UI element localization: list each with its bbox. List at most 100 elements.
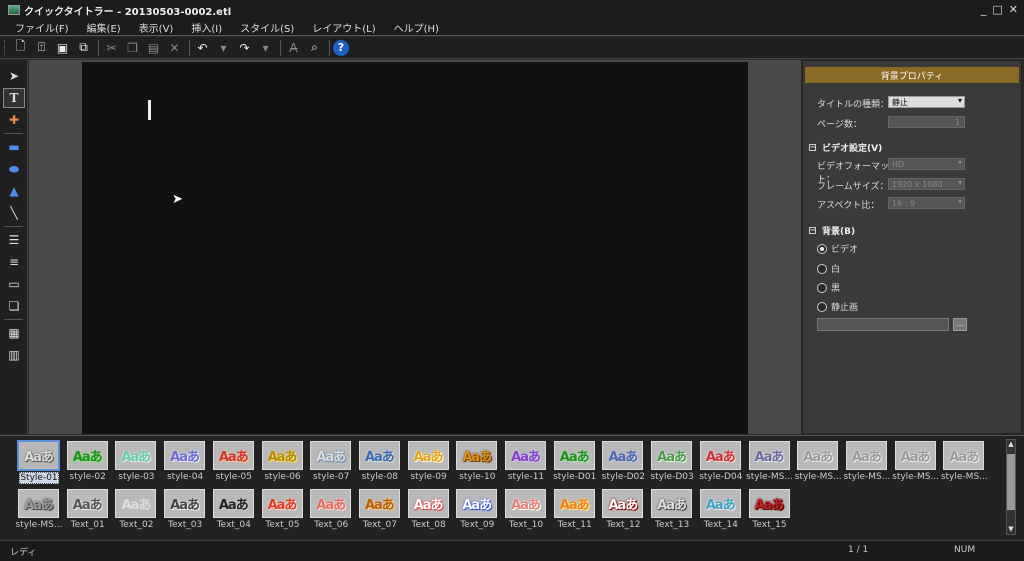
menu-insert[interactable]: 挿入(I) (182, 20, 231, 35)
layer-icon[interactable]: ❏ (3, 296, 25, 316)
save-as-icon[interactable]: ⧉ (74, 39, 93, 57)
style-thumbnail-style-d02[interactable]: Aaあ style-D02 (598, 441, 645, 488)
align-center-icon[interactable]: ≡ (3, 252, 25, 272)
paste-icon[interactable]: ▤ (144, 39, 163, 57)
radio-button[interactable] (817, 243, 827, 254)
title-type-select[interactable]: 静止 ▾ (888, 96, 965, 108)
style-thumbnail-style-10[interactable]: Aaあ style-10 (452, 441, 498, 488)
style-thumbnail-text-09[interactable]: Aaあ Text_09 (452, 489, 498, 536)
menu-style[interactable]: スタイル(S) (231, 20, 303, 35)
bg-option-black[interactable]: 黒 (817, 281, 840, 294)
save-icon[interactable]: ▣ (53, 39, 72, 57)
style-thumbnail-text-11[interactable]: Aaあ Text_11 (550, 489, 596, 536)
aspect-select[interactable]: 16 : 9 ▾ (888, 197, 965, 209)
line-icon[interactable]: ╲ (3, 203, 25, 223)
align-left-icon[interactable]: ☰ (3, 230, 25, 250)
bg-option-still[interactable]: 静止画 (817, 300, 858, 313)
style-scrollbar[interactable]: ▲ ▼ (1006, 439, 1016, 535)
copy-icon[interactable]: ❐ (123, 39, 142, 57)
style-thumbnail-style-08[interactable]: Aaあ style-08 (355, 441, 401, 488)
style-thumbnail-text-06[interactable]: Aaあ Text_06 (306, 489, 352, 536)
style-thumbnail-style-ms-[interactable]: Aaあ style-MS... (14, 489, 62, 536)
style-thumbnail-style-06[interactable]: Aaあ style-06 (258, 441, 304, 488)
radio-button[interactable] (817, 301, 827, 312)
bg-option-video[interactable]: ビデオ (817, 242, 858, 255)
frame-size-select[interactable]: 1920 x 1080 ▾ (888, 178, 965, 190)
style-preview: Aaあ (212, 441, 254, 470)
redo-icon[interactable]: ↷ (235, 39, 254, 57)
redo-dropdown-icon[interactable]: ▾ (256, 39, 275, 57)
style-thumbnail-style-04[interactable]: Aaあ style-04 (160, 441, 206, 488)
grid-icon[interactable]: ▦ (3, 323, 25, 343)
style-thumbnail-text-01[interactable]: Aaあ Text_01 (63, 489, 109, 536)
style-thumbnail-text-07[interactable]: Aaあ Text_07 (355, 489, 401, 536)
menu-help[interactable]: ヘルプ(H) (385, 20, 448, 35)
radio-button[interactable] (817, 282, 827, 293)
undo-dropdown-icon[interactable]: ▾ (214, 39, 233, 57)
undo-icon[interactable]: ↶ (193, 39, 212, 57)
style-thumbnail-text-05[interactable]: Aaあ Text_05 (258, 489, 304, 536)
style-thumbnail-text-13[interactable]: Aaあ Text_13 (647, 489, 693, 536)
new-icon[interactable]: 🗋 (11, 39, 30, 57)
open-icon[interactable]: ⍐ (32, 39, 51, 57)
style-thumbnail-style-09[interactable]: Aaあ style-09 (404, 441, 450, 488)
rectangle-icon[interactable]: ▬ (3, 137, 25, 157)
video-format-select[interactable]: HD ▾ (888, 158, 965, 170)
style-thumbnail-style-ms-[interactable]: Aaあ style-MS... (939, 441, 988, 488)
style-thumbnail-text-12[interactable]: Aaあ Text_12 (598, 489, 644, 536)
style-thumbnail-text-08[interactable]: Aaあ Text_08 (404, 489, 450, 536)
status-ready: レディ (10, 548, 37, 558)
cut-icon[interactable]: ✂ (102, 39, 121, 57)
style-thumbnail-style-d03[interactable]: Aaあ style-D03 (647, 441, 694, 488)
style-thumbnail-style-ms-[interactable]: Aaあ style-MS... (842, 441, 890, 488)
select-icon[interactable]: ➤ (3, 66, 25, 86)
menu-view[interactable]: 表示(V) (130, 20, 183, 35)
style-thumbnail-text-14[interactable]: Aaあ Text_14 (696, 489, 742, 536)
menu-edit[interactable]: 編集(E) (78, 20, 130, 35)
scroll-up-icon[interactable]: ▲ (1007, 440, 1015, 449)
style-thumbnail-style-11[interactable]: Aaあ style-11 (501, 441, 547, 488)
style-thumbnail-style-ms-[interactable]: Aaあ style-MS... (793, 441, 842, 488)
text-search-icon[interactable]: ⌕ (305, 39, 324, 57)
page-count-field[interactable]: 1 (888, 116, 965, 128)
style-thumbnail-style-d01[interactable]: Aaあ style-D01 (550, 441, 596, 488)
text-icon[interactable]: T (3, 88, 25, 108)
scroll-down-icon[interactable]: ▼ (1007, 525, 1015, 534)
style-thumbnail-text-02[interactable]: Aaあ Text_02 (111, 489, 157, 536)
background-section[interactable]: − 背景(B) (809, 224, 855, 237)
help-icon[interactable]: ? (333, 39, 349, 56)
table-icon[interactable]: ▥ (3, 345, 25, 365)
maximize-button[interactable]: □ (992, 3, 1002, 16)
style-thumbnail-style-07[interactable]: Aaあ style-07 (306, 441, 352, 488)
text-style-icon[interactable]: A̶ (284, 39, 303, 57)
style-thumbnail-style-ms-[interactable]: Aaあ style-MS... (745, 441, 793, 488)
menu-file[interactable]: ファイル(F) (6, 20, 78, 35)
style-thumbnail-text-03[interactable]: Aaあ Text_03 (160, 489, 206, 536)
menu-layout[interactable]: レイアウト(L) (303, 20, 384, 35)
style-thumbnail-style-03[interactable]: Aaあ style-03 (111, 441, 157, 488)
scroll-thumb[interactable] (1007, 454, 1015, 510)
bg-option-white[interactable]: 白 (817, 262, 840, 275)
delete-icon[interactable]: ✕ (165, 39, 184, 57)
style-thumbnail-style-02[interactable]: Aaあ style-02 (63, 441, 109, 488)
align-right-icon[interactable]: ▭ (3, 274, 25, 294)
style-thumbnail-style-01[interactable]: Aaあ Style-01 (14, 440, 60, 488)
style-thumbnail-text-04[interactable]: Aaあ Text_04 (209, 489, 255, 536)
video-settings-section[interactable]: − ビデオ設定(V) (809, 141, 882, 154)
close-button[interactable]: ✕ (1009, 3, 1018, 16)
collapse-icon: − (809, 226, 816, 234)
ellipse-icon[interactable]: ⬬ (3, 159, 25, 179)
style-thumbnail-text-10[interactable]: Aaあ Text_10 (501, 489, 547, 536)
browse-button[interactable]: ... (953, 318, 967, 331)
title-canvas[interactable]: ➤ (82, 62, 748, 434)
style-thumbnail-style-d04[interactable]: Aaあ style-D04 (696, 441, 742, 488)
triangle-icon[interactable]: ▲ (3, 181, 25, 201)
minimize-button[interactable]: _ (981, 3, 987, 16)
style-thumbnail-style-05[interactable]: Aaあ style-05 (209, 441, 255, 488)
crosshair-icon[interactable]: ✚ (3, 110, 25, 130)
style-thumbnail-style-ms-[interactable]: Aaあ style-MS... (891, 441, 939, 488)
radio-button[interactable] (817, 263, 827, 274)
style-thumbnail-text-15[interactable]: Aaあ Text_15 (745, 489, 791, 536)
style-preview: Aaあ (18, 489, 59, 518)
still-image-path-field[interactable] (817, 318, 949, 331)
